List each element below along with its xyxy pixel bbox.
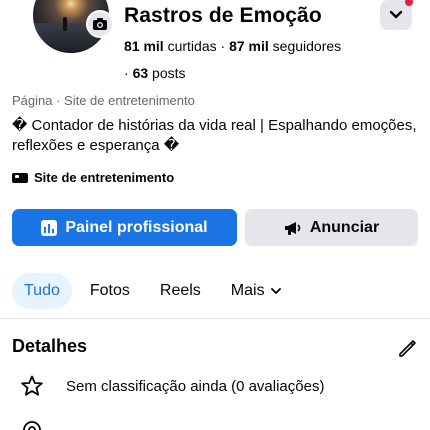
star-icon bbox=[21, 375, 43, 396]
page-category: Página · Site de entretenimento bbox=[12, 93, 195, 108]
posts-separator: · bbox=[124, 65, 129, 81]
professional-dashboard-label: Painel profissional bbox=[65, 218, 208, 236]
tab-label: Tudo bbox=[24, 282, 60, 299]
details-title: Detalhes bbox=[12, 336, 88, 356]
camera-button[interactable] bbox=[86, 10, 114, 38]
megaphone-icon bbox=[284, 221, 301, 235]
profile-tabs: Tudo Fotos Reels Mais bbox=[12, 273, 293, 309]
camera-icon bbox=[93, 18, 107, 30]
avatar-container[interactable] bbox=[30, 0, 114, 56]
chevron-down-icon bbox=[270, 287, 281, 294]
notification-dot bbox=[405, 0, 413, 6]
stats-separator: · bbox=[220, 38, 226, 54]
location-row bbox=[20, 420, 44, 430]
advertise-label: Anunciar bbox=[309, 218, 380, 236]
page-bio: � Contador de histórias da vida real | E… bbox=[12, 117, 417, 154]
page-title: Rastros de Emoção bbox=[124, 4, 322, 27]
category-tag-label: Site de entretenimento bbox=[34, 170, 175, 185]
chevron-down-icon bbox=[389, 10, 403, 19]
category-tag-row: Site de entretenimento bbox=[12, 170, 174, 185]
posts-line: · 63 posts bbox=[124, 65, 186, 81]
rating-row: Sem classificação ainda (0 avaliações) bbox=[20, 374, 324, 398]
tab-label: Mais bbox=[230, 282, 265, 299]
posts-label: posts bbox=[152, 65, 186, 81]
tab-mais[interactable]: Mais bbox=[219, 273, 293, 309]
tab-label: Reels bbox=[159, 282, 201, 299]
posts-count: 63 bbox=[132, 65, 149, 81]
advertise-button[interactable]: Anunciar bbox=[245, 209, 418, 246]
tag-icon bbox=[12, 172, 28, 183]
dashboard-chart-icon bbox=[41, 219, 58, 236]
page-profile: Rastros de Emoção 81 mil curtidas · 87 m… bbox=[0, 0, 430, 430]
followers-count[interactable]: 87 mil bbox=[229, 38, 269, 54]
tab-fotos[interactable]: Fotos bbox=[78, 273, 142, 309]
likes-count[interactable]: 81 mil bbox=[124, 38, 164, 54]
stats-line: 81 mil curtidas · 87 mil seguidores bbox=[124, 38, 341, 54]
professional-dashboard-button[interactable]: Painel profissional bbox=[12, 209, 237, 246]
tab-tudo[interactable]: Tudo bbox=[12, 273, 72, 309]
section-divider bbox=[0, 318, 430, 319]
followers-label: seguidores bbox=[272, 38, 342, 54]
location-pin-icon bbox=[23, 421, 41, 430]
tab-reels[interactable]: Reels bbox=[148, 273, 213, 309]
likes-label: curtidas bbox=[167, 38, 217, 54]
pencil-icon[interactable] bbox=[396, 337, 418, 359]
rating-text: Sem classificação ainda (0 avaliações) bbox=[66, 377, 325, 395]
tab-label: Fotos bbox=[89, 282, 130, 299]
avatar-figure bbox=[63, 17, 67, 31]
